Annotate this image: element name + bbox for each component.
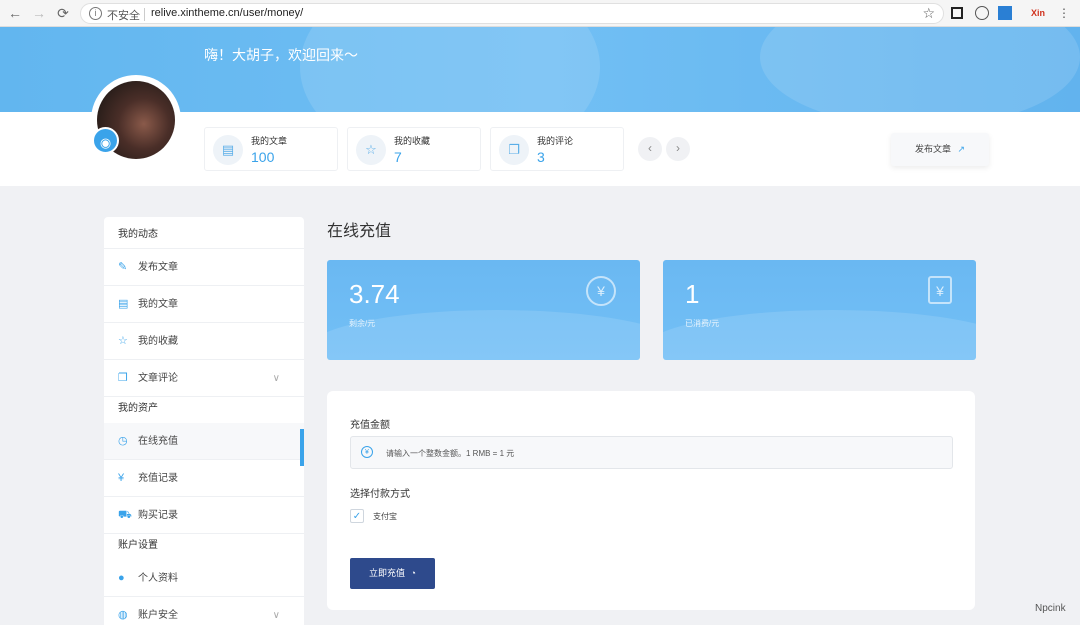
spent-value: 1	[685, 279, 700, 309]
user-icon: ●	[118, 572, 125, 584]
sidebar-item-label: 充值记录	[138, 473, 178, 484]
stat-label: 我的文章	[251, 136, 288, 146]
sidebar-item-my-articles[interactable]: ▤ 我的文章	[104, 286, 304, 323]
amount-input[interactable]: ¥ 请输入一个整数金额。1 RMB = 1 元	[350, 436, 953, 469]
forward-icon[interactable]: →	[30, 4, 48, 22]
info-icon[interactable]: i	[89, 7, 102, 20]
stat-label: 我的收藏	[394, 136, 431, 146]
external-link-icon: ↗	[957, 144, 966, 154]
chevron-down-icon[interactable]: ∨	[273, 360, 280, 397]
document-icon: ▤	[213, 135, 243, 165]
star-icon: ☆	[356, 135, 386, 165]
address-divider	[144, 8, 145, 21]
yuan-refresh-icon: ¥	[586, 276, 616, 306]
stat-value: 7	[394, 149, 402, 165]
spent-card: 1 已消费/元 ¥	[663, 260, 976, 360]
record-icon: ¥	[118, 472, 125, 484]
extension-xin-icon[interactable]: Xin	[1030, 5, 1046, 21]
camera-icon[interactable]: ◉	[92, 127, 119, 154]
bookmark-star-icon[interactable]: ☆	[922, 5, 935, 22]
stat-value: 100	[251, 149, 275, 165]
address-bar[interactable]: i 不安全 relive.xintheme.cn/user/money/ ☆	[80, 3, 944, 24]
recharge-icon: ◷	[118, 435, 128, 447]
reload-icon[interactable]: ⟳	[54, 4, 72, 22]
publish-article-button[interactable]: 发布文章 ↗	[891, 133, 989, 166]
sidebar-item-security[interactable]: ◍ 账户安全 ∨	[104, 597, 304, 625]
extension-circle-icon[interactable]	[975, 6, 989, 20]
spent-label: 已消费/元	[685, 319, 720, 328]
stat-my-favorites[interactable]: ☆ 我的收藏 7	[347, 127, 481, 171]
back-icon[interactable]: ←	[6, 4, 24, 22]
menu-dots-icon[interactable]: ⋮	[1056, 5, 1072, 21]
page-title: 在线充值	[327, 223, 392, 240]
sidebar-item-label: 文章评论	[138, 373, 178, 384]
balance-label: 剩余/元	[349, 319, 376, 328]
sidebar-item-favorites[interactable]: ☆ 我的收藏	[104, 323, 304, 360]
sidebar-item-label: 个人资料	[138, 573, 178, 584]
sidebar-item-recharge[interactable]: ◷ 在线充值	[104, 423, 304, 466]
publish-label: 发布文章	[914, 144, 951, 154]
url-text[interactable]: relive.xintheme.cn/user/money/	[151, 7, 303, 19]
next-button[interactable]: ›	[666, 137, 690, 161]
sidebar-item-label: 我的文章	[138, 299, 178, 310]
sidebar-item-profile[interactable]: ● 个人资料	[104, 560, 304, 597]
amount-placeholder: 请输入一个整数金额。1 RMB = 1 元	[386, 449, 515, 458]
banner-decoration	[300, 27, 600, 112]
balance-card: 3.74 剩余/元 ¥	[327, 260, 640, 360]
sidebar: 我的动态 ✎ 发布文章 ▤ 我的文章 ☆ 我的收藏 ❐ 文章评论 ∨ 我的资产 …	[104, 217, 304, 625]
balance-value: 3.74	[349, 279, 400, 309]
comment-icon: ❐	[118, 372, 128, 384]
stat-value: 3	[537, 149, 545, 165]
sidebar-section-activity: 我的动态	[104, 217, 304, 249]
stat-my-articles[interactable]: ▤ 我的文章 100	[204, 127, 338, 171]
recharge-submit-button[interactable]: 立即充值 ◔	[350, 558, 435, 589]
security-icon: ◍	[118, 609, 128, 621]
prev-button[interactable]: ‹	[638, 137, 662, 161]
sidebar-item-label: 发布文章	[138, 262, 178, 273]
browser-toolbar: ← → ⟳ i 不安全 relive.xintheme.cn/user/mone…	[0, 0, 1080, 27]
security-label: 不安全	[107, 10, 140, 22]
extension-square-icon[interactable]	[951, 7, 963, 19]
watermark: Npcink	[1035, 603, 1066, 614]
submit-label: 立即充值	[369, 568, 406, 578]
sidebar-section-account: 账户设置	[118, 540, 158, 551]
edit-icon: ✎	[118, 261, 128, 273]
sidebar-section-assets: 我的资产	[118, 403, 158, 414]
amount-label: 充值金额	[350, 420, 390, 431]
sidebar-item-label: 我的收藏	[138, 336, 178, 347]
sidebar-item-label: 账户安全	[138, 610, 178, 621]
comment-icon: ❐	[499, 135, 529, 165]
coin-icon: ◔	[410, 568, 416, 578]
welcome-message: 嗨！大胡子，欢迎回来～	[204, 47, 358, 63]
alipay-label: 支付宝	[373, 512, 397, 521]
extension-screenshot-icon[interactable]	[998, 6, 1012, 20]
sidebar-item-label: 在线充值	[138, 436, 178, 447]
coin-icon: ¥	[361, 446, 373, 458]
sidebar-item-purchase-records[interactable]: ⛟ 购买记录	[104, 497, 304, 534]
recharge-form: 充值金额 ¥ 请输入一个整数金额。1 RMB = 1 元 选择付款方式 ✓ 支付…	[327, 391, 975, 610]
sidebar-item-label: 购买记录	[138, 510, 178, 521]
yuan-clipboard-icon: ¥	[928, 276, 952, 304]
sidebar-item-recharge-records[interactable]: ¥ 充值记录	[104, 460, 304, 497]
star-icon: ☆	[118, 335, 128, 347]
sidebar-item-comments[interactable]: ❐ 文章评论 ∨	[104, 360, 304, 397]
banner-decoration	[760, 27, 1080, 112]
cart-icon: ⛟	[118, 509, 132, 521]
stat-my-comments[interactable]: ❐ 我的评论 3	[490, 127, 624, 171]
document-icon: ▤	[118, 298, 129, 310]
stat-label: 我的评论	[537, 136, 574, 146]
sidebar-item-publish[interactable]: ✎ 发布文章	[104, 249, 304, 286]
alipay-checkbox[interactable]: ✓	[350, 509, 364, 523]
payment-method-label: 选择付款方式	[350, 489, 410, 500]
chevron-down-icon[interactable]: ∨	[273, 597, 280, 625]
